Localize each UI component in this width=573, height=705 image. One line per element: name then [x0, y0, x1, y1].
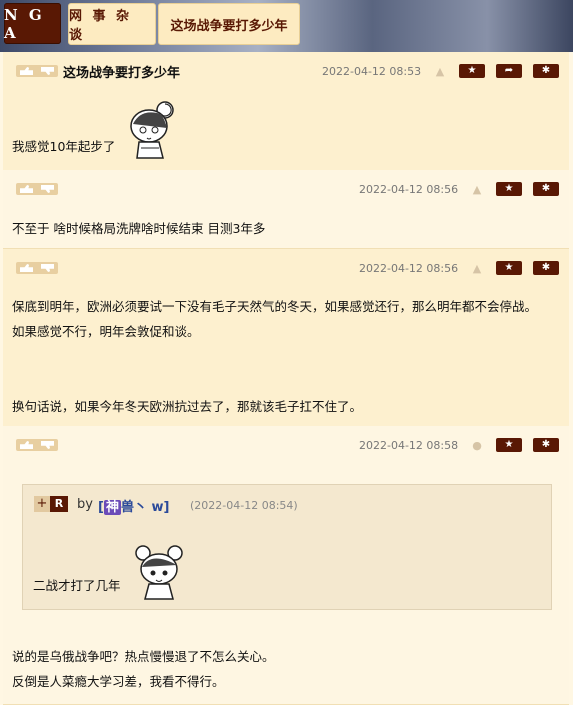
vote-buttons[interactable] — [16, 183, 58, 195]
content-line: 不至于 啥时候格局洗牌啥时候结束 目测3年多 — [12, 221, 266, 236]
vote-buttons[interactable] — [16, 262, 58, 274]
thumbs-up-icon[interactable] — [20, 185, 33, 193]
post-date: 2022-04-12 08:56 — [359, 183, 459, 196]
breadcrumb-thread[interactable]: 这场战争要打多少年 — [158, 3, 300, 45]
settings-button[interactable]: ✱ — [533, 64, 559, 78]
android-icon: ▲ — [435, 65, 445, 78]
content-line: 换句话说，如果今年冬天欧洲抗过去了，那就该毛子扛不住了。 — [12, 399, 363, 414]
favorite-button[interactable]: ★ — [496, 182, 522, 196]
favorite-button[interactable]: ★ — [496, 261, 522, 275]
reply-marker[interactable]: R — [50, 496, 68, 512]
content-line: 反倒是人菜瘾大学习差，我看不得行。 — [12, 674, 225, 689]
post-content: 我感觉10年起步了 — [12, 134, 115, 159]
thumbs-down-icon[interactable] — [41, 185, 54, 193]
content-line: 如果感觉不行，明年会敦促和谈。 — [12, 324, 200, 339]
quote-toggle[interactable]: + R — [34, 496, 68, 512]
post-3: 2022-04-12 08:56 ▲ ★ ✱ 保底到明年，欧洲必须要试一下没有毛… — [3, 249, 569, 427]
settings-button[interactable]: ✱ — [533, 182, 559, 196]
breadcrumb-forum[interactable]: 网 事 杂 谈 — [68, 3, 156, 45]
favorite-button[interactable]: ★ — [496, 438, 522, 452]
nga-logo[interactable]: N G A — [4, 3, 61, 44]
content-line: 说的是乌俄战争吧？热点慢慢退了不怎么关心。 — [12, 649, 275, 664]
settings-button[interactable]: ✱ — [533, 438, 559, 452]
post-date: 2022-04-12 08:56 — [359, 262, 459, 275]
post-content: 保底到明年，欧洲必须要试一下没有毛子天然气的冬天，如果感觉还行，那么明年都不会停… — [12, 294, 537, 419]
thumbs-up-icon[interactable] — [20, 441, 33, 449]
quote-date: (2022-04-12 08:54) — [190, 499, 298, 512]
thumbs-down-icon[interactable] — [41, 441, 54, 449]
anime-girl-sticker — [135, 545, 183, 600]
android-icon: ▲ — [472, 183, 482, 196]
content-line: 我感觉10年起步了 — [12, 139, 116, 154]
post-title: 这场战争要打多少年 — [63, 66, 181, 81]
author-badge: 神 — [103, 500, 121, 515]
favorite-button[interactable]: ★ — [459, 64, 485, 78]
thumbs-down-icon[interactable] — [41, 264, 54, 272]
vote-buttons[interactable] — [16, 65, 58, 77]
android-icon: ▲ — [472, 262, 482, 275]
settings-button[interactable]: ✱ — [533, 261, 559, 275]
quote-by-label: by — [77, 497, 93, 512]
post-1: 这场战争要打多少年 2022-04-12 08:53 ▲ ★ ➦ ✱ 我感觉10… — [3, 52, 569, 171]
content-line: 保底到明年，欧洲必须要试一下没有毛子天然气的冬天，如果感觉还行，那么明年都不会停… — [12, 299, 538, 314]
post-4: 2022-04-12 08:58 ● ★ ✱ + R by [神兽丶 w] (2… — [3, 426, 569, 705]
thumbs-down-icon[interactable] — [41, 67, 54, 75]
post-content: 不至于 啥时候格局洗牌啥时候结束 目测3年多 — [12, 216, 265, 241]
quote-author[interactable]: [神兽丶 w] — [98, 496, 169, 515]
vote-buttons[interactable] — [16, 439, 58, 451]
apple-icon: ● — [472, 439, 482, 452]
thumbs-up-icon[interactable] — [20, 264, 33, 272]
anime-girl-sticker — [130, 101, 174, 159]
quote-text: 二战才打了几年 — [33, 578, 121, 593]
post-content: 说的是乌俄战争吧？热点慢慢退了不怎么关心。 反倒是人菜瘾大学习差，我看不得行。 — [12, 644, 275, 694]
post-date: 2022-04-12 08:58 — [359, 439, 459, 452]
post-date: 2022-04-12 08:53 — [322, 65, 422, 78]
expand-icon[interactable]: + — [34, 496, 50, 512]
thumbs-up-icon[interactable] — [20, 67, 33, 75]
post-2: 2022-04-12 08:56 ▲ ★ ✱ 不至于 啥时候格局洗牌啥时候结束 … — [3, 170, 569, 249]
share-button[interactable]: ➦ — [496, 64, 522, 78]
quote-block: + R by [神兽丶 w] (2022-04-12 08:54) 二战才打了几… — [22, 484, 552, 610]
